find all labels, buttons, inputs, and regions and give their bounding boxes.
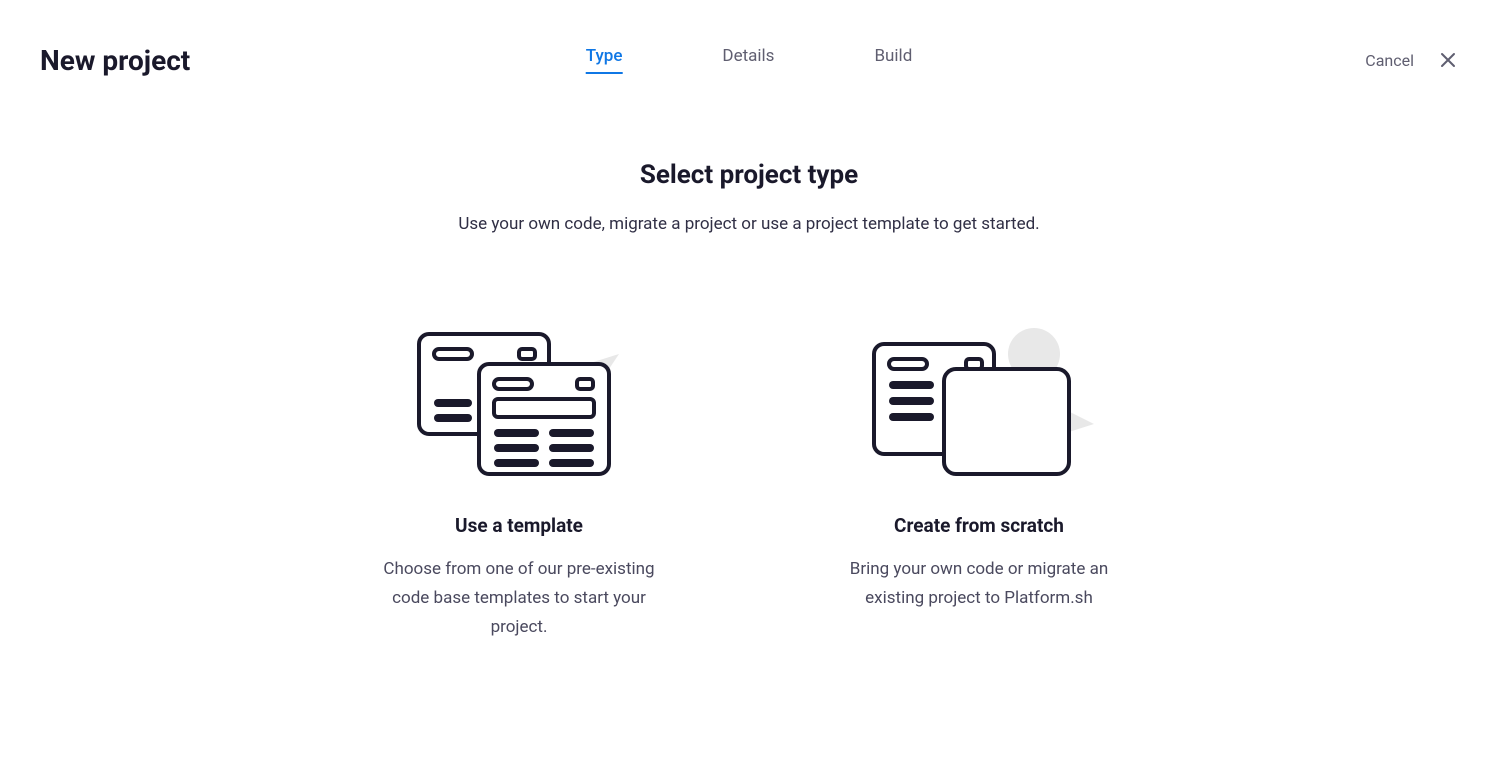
close-icon: [1440, 52, 1456, 68]
header-right: Cancel: [1365, 50, 1458, 70]
tab-type[interactable]: Type: [586, 46, 623, 74]
section-title: Select project type: [0, 160, 1498, 190]
option-title: Create from scratch: [894, 514, 1064, 537]
cancel-button[interactable]: Cancel: [1365, 51, 1414, 70]
option-description: Bring your own code or migrate an existi…: [824, 555, 1134, 613]
option-use-template[interactable]: Use a template Choose from one of our pr…: [349, 314, 689, 642]
option-create-from-scratch[interactable]: Create from scratch Bring your own code …: [809, 314, 1149, 642]
tab-details[interactable]: Details: [722, 46, 774, 74]
template-illustration-icon: [379, 314, 659, 484]
options-container: Use a template Choose from one of our pr…: [0, 314, 1498, 642]
option-description: Choose from one of our pre-existing code…: [364, 555, 674, 642]
close-button[interactable]: [1438, 50, 1458, 70]
scratch-illustration-icon: [839, 314, 1119, 484]
main-content: Select project type Use your own code, m…: [0, 80, 1498, 642]
tab-build[interactable]: Build: [874, 46, 912, 74]
header: New project Type Details Build Cancel: [0, 0, 1498, 80]
option-title: Use a template: [455, 514, 583, 537]
page-title: New project: [40, 44, 190, 77]
tabs: Type Details Build: [586, 46, 913, 74]
section-subtitle: Use your own code, migrate a project or …: [0, 214, 1498, 234]
